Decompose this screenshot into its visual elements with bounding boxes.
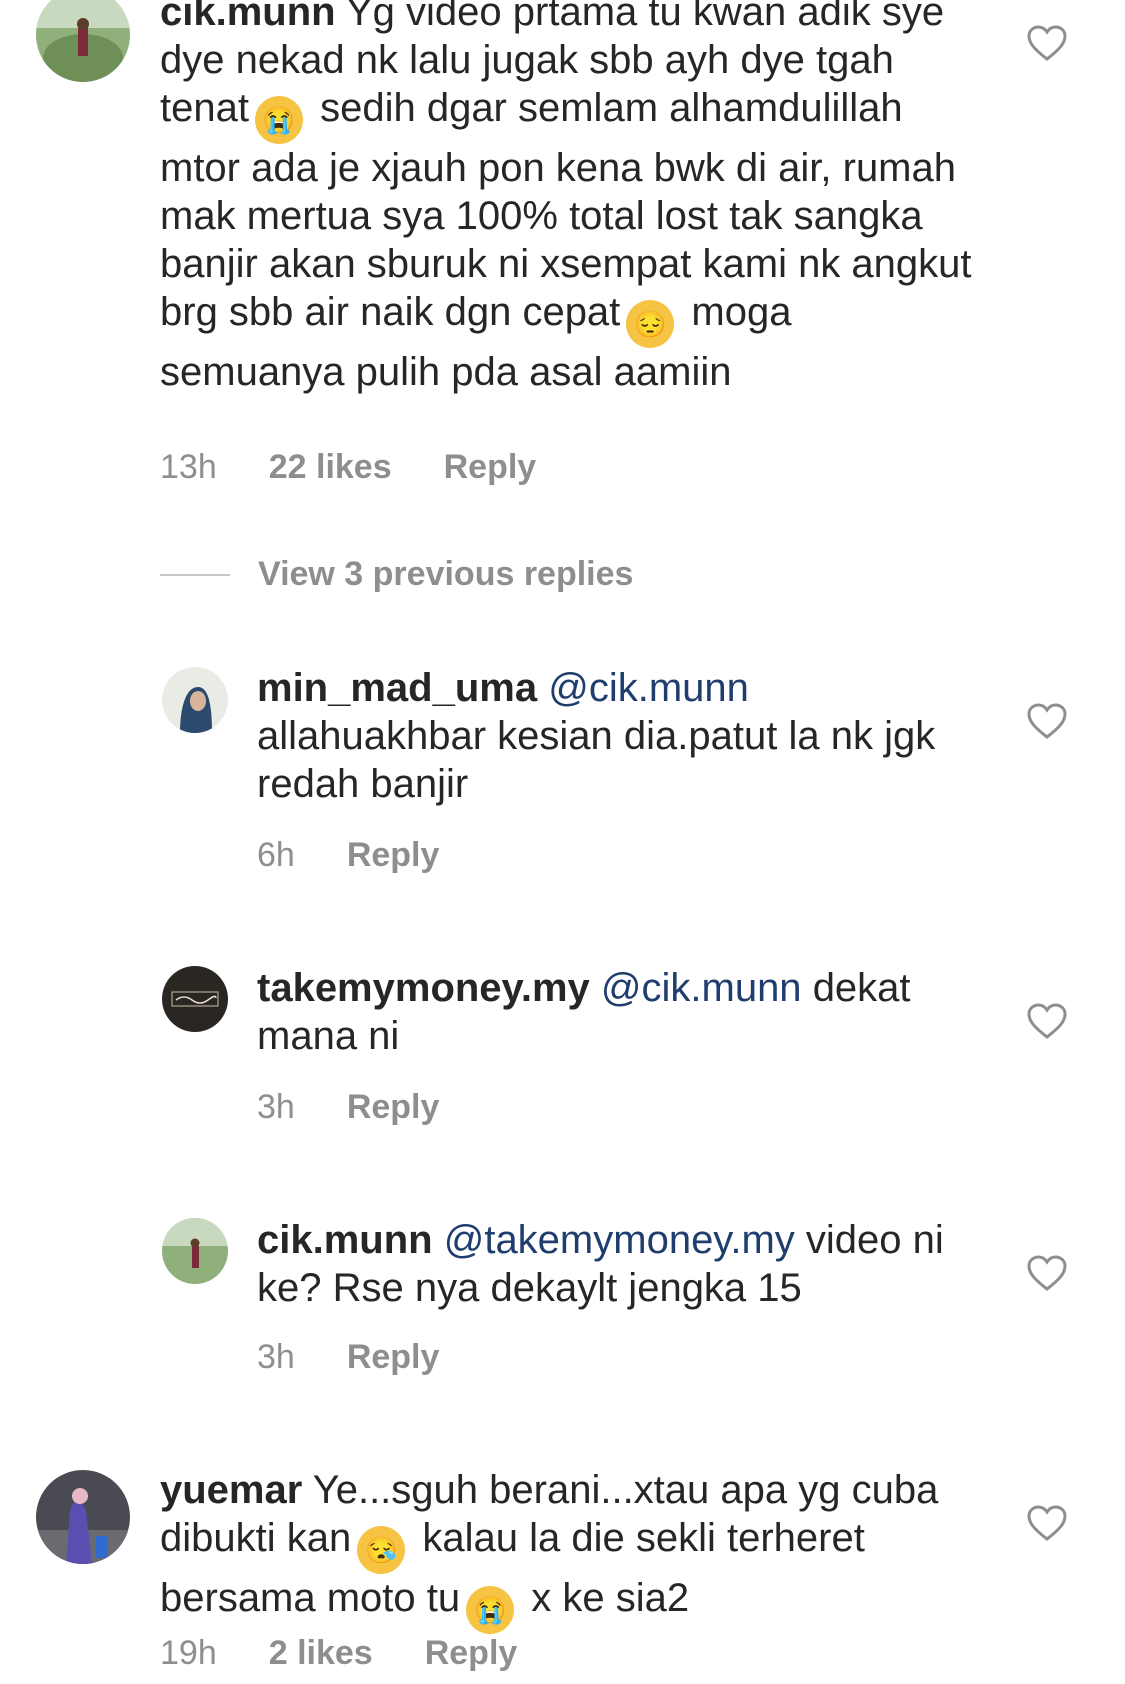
- avatar[interactable]: [36, 0, 130, 82]
- mention-link[interactable]: @cik.munn: [548, 666, 749, 710]
- reply-button[interactable]: Reply: [347, 1338, 440, 1377]
- heart-icon[interactable]: [1026, 1254, 1068, 1292]
- reply-username[interactable]: takemymoney.my: [257, 966, 590, 1010]
- sleepy-emoji-icon: 😪: [357, 1526, 406, 1574]
- reply-button[interactable]: Reply: [347, 836, 440, 875]
- reply-button[interactable]: Reply: [444, 448, 537, 487]
- reply-username[interactable]: cik.munn: [257, 1218, 433, 1262]
- comment-time: 19h: [160, 1634, 217, 1672]
- crying-emoji-icon: 😭: [466, 1586, 515, 1634]
- heart-icon[interactable]: [1026, 702, 1068, 740]
- avatar[interactable]: [162, 1218, 228, 1284]
- comment-meta: 13h 22 likes Reply: [160, 448, 588, 487]
- reply-meta: 3h Reply: [257, 1338, 491, 1377]
- comment-text: cik.munn Yg video prtama tu kwan adik sy…: [160, 0, 980, 396]
- comment-time: 13h: [160, 448, 217, 486]
- likes-count[interactable]: 2 likes: [269, 1634, 373, 1673]
- pensive-emoji-icon: 😔: [626, 300, 675, 348]
- comment-username[interactable]: yuemar: [160, 1468, 302, 1512]
- reply-time: 3h: [257, 1338, 295, 1376]
- divider: [160, 573, 230, 576]
- avatar[interactable]: [36, 1470, 130, 1564]
- crying-emoji-icon: 😭: [254, 96, 303, 144]
- mention-link[interactable]: @cik.munn: [601, 966, 802, 1010]
- reply-meta: 3h Reply: [257, 1088, 491, 1127]
- reply-username[interactable]: min_mad_uma: [257, 666, 537, 710]
- avatar[interactable]: [162, 966, 228, 1032]
- reply-time: 3h: [257, 1088, 295, 1126]
- mention-link[interactable]: @takemymoney.my: [444, 1218, 795, 1262]
- heart-icon[interactable]: [1026, 24, 1068, 62]
- heart-icon[interactable]: [1026, 1002, 1068, 1040]
- view-previous-replies[interactable]: View 3 previous replies: [160, 555, 633, 594]
- reply-text: min_mad_uma @cik.munn allahuakhbar kesia…: [257, 666, 936, 806]
- reply-button[interactable]: Reply: [425, 1634, 518, 1673]
- likes-count[interactable]: 22 likes: [269, 448, 392, 487]
- reply-text: takemymoney.my @cik.munn dekat mana ni: [257, 966, 911, 1058]
- comment-meta: 19h 2 likes Reply: [160, 1634, 569, 1673]
- reply-text: cik.munn @takemymoney.my video ni ke? Rs…: [257, 1218, 944, 1310]
- avatar[interactable]: [162, 667, 228, 733]
- reply-time: 6h: [257, 836, 295, 874]
- reply-meta: 6h Reply: [257, 836, 491, 875]
- comment-text: yuemar Ye...sguh berani...xtau apa yg cu…: [160, 1466, 980, 1634]
- comment-username[interactable]: cik.munn: [160, 0, 336, 34]
- heart-icon[interactable]: [1026, 1504, 1068, 1542]
- reply-button[interactable]: Reply: [347, 1088, 440, 1127]
